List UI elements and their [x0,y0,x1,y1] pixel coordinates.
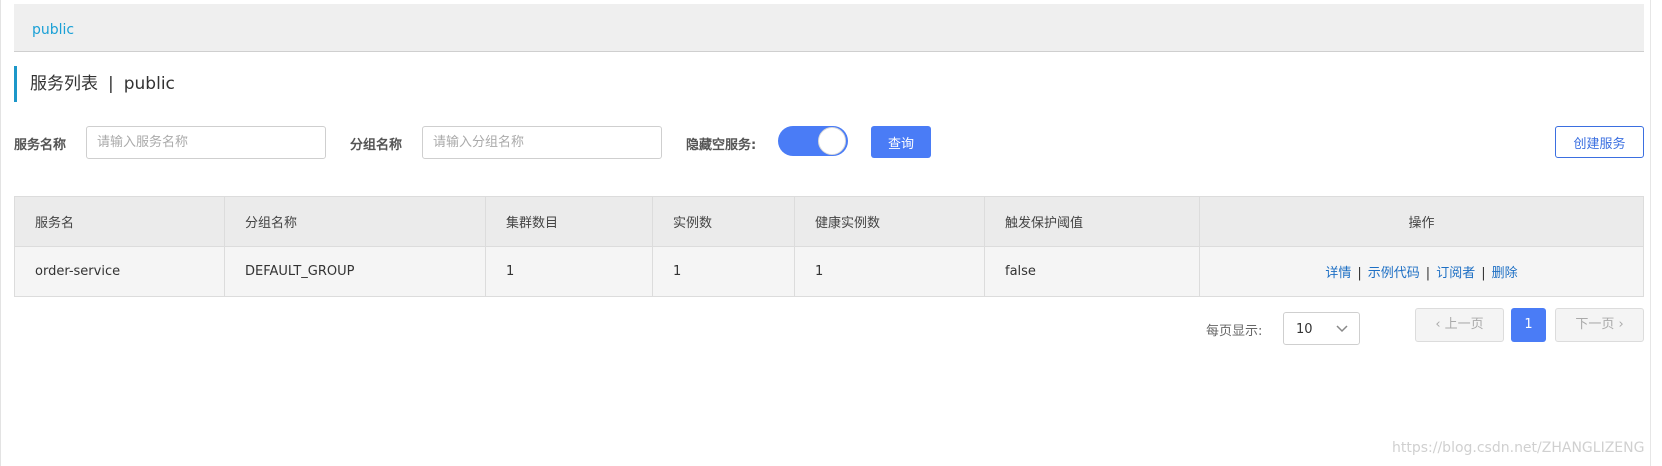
service-name-label: 服务名称 [14,138,67,153]
column-header-protect-threshold: 触发保护阈值 [984,196,1200,247]
watermark: https://blog.csdn.net/ZHANGLIZENG [1392,440,1645,456]
delete-link[interactable]: 删除 [1492,266,1518,281]
namespace-bar: public [14,4,1644,52]
details-link[interactable]: 详情 [1325,266,1351,281]
next-page-button[interactable]: 下一页 › [1555,308,1644,342]
prev-page-button[interactable]: ‹ 上一页 [1415,308,1504,342]
table-header-row: 服务名 分组名称 集群数目 实例数 健康实例数 触发保护阈值 操作 [14,196,1644,247]
page-number-current[interactable]: 1 [1511,308,1546,342]
chevron-down-icon [1335,320,1349,339]
left-border [0,0,1,466]
column-header-healthy-instances: 健康实例数 [794,196,985,247]
service-table: 服务名 分组名称 集群数目 实例数 健康实例数 触发保护阈值 操作 order-… [14,196,1644,297]
group-name-label: 分组名称 [350,138,403,153]
vertical-scrollbar[interactable] [1650,0,1662,466]
hide-empty-toggle[interactable] [778,126,848,156]
sample-code-link[interactable]: 示例代码 [1368,266,1420,281]
service-name-input[interactable] [86,126,326,159]
cell-healthy-instance-count: 1 [794,246,985,297]
toggle-knob [818,127,846,155]
cell-instance-count: 1 [652,246,795,297]
create-service-button[interactable]: 创建服务 [1555,126,1644,158]
page-title-namespace: public [123,74,175,94]
chevron-left-icon: ‹ [1435,317,1441,332]
per-page-select[interactable]: 10 [1283,312,1360,345]
query-button[interactable]: 查询 [871,126,931,158]
cell-cluster-count: 1 [485,246,653,297]
column-header-cluster-count: 集群数目 [485,196,653,247]
per-page-value: 10 [1296,322,1313,337]
hide-empty-label: 隐藏空服务: [686,138,757,153]
column-header-service-name: 服务名 [14,196,225,247]
page-title-separator: | [108,74,114,94]
cell-service-name: order-service [14,246,225,297]
column-header-instance-count: 实例数 [652,196,795,247]
namespace-tab-public[interactable]: public [32,22,74,38]
table-row: order-service DEFAULT_GROUP 1 1 1 false … [14,246,1644,297]
per-page-label: 每页显示: [1206,324,1263,339]
pagination: 每页显示: 10 ‹ 上一页 1 下一页 › [0,308,1662,345]
action-separator: | [1481,266,1486,281]
cell-group-name: DEFAULT_GROUP [224,246,486,297]
chevron-right-icon: › [1618,317,1624,332]
next-page-label: 下一页 [1575,317,1615,332]
page-title-text: 服务列表 [30,74,98,94]
search-bar: 服务名称 分组名称 隐藏空服务: 查询 创建服务 [0,126,1662,160]
column-header-group-name: 分组名称 [224,196,486,247]
subscribers-link[interactable]: 订阅者 [1436,266,1475,281]
cell-actions: 详情 | 示例代码 | 订阅者 | 删除 [1199,246,1644,297]
action-separator: | [1425,266,1431,281]
action-separator: | [1357,266,1362,281]
column-header-actions: 操作 [1199,196,1644,247]
cell-protect-threshold: false [984,246,1200,297]
page-title: 服务列表 | public [14,66,175,102]
group-name-input[interactable] [422,126,662,159]
prev-page-label: 上一页 [1444,317,1484,332]
